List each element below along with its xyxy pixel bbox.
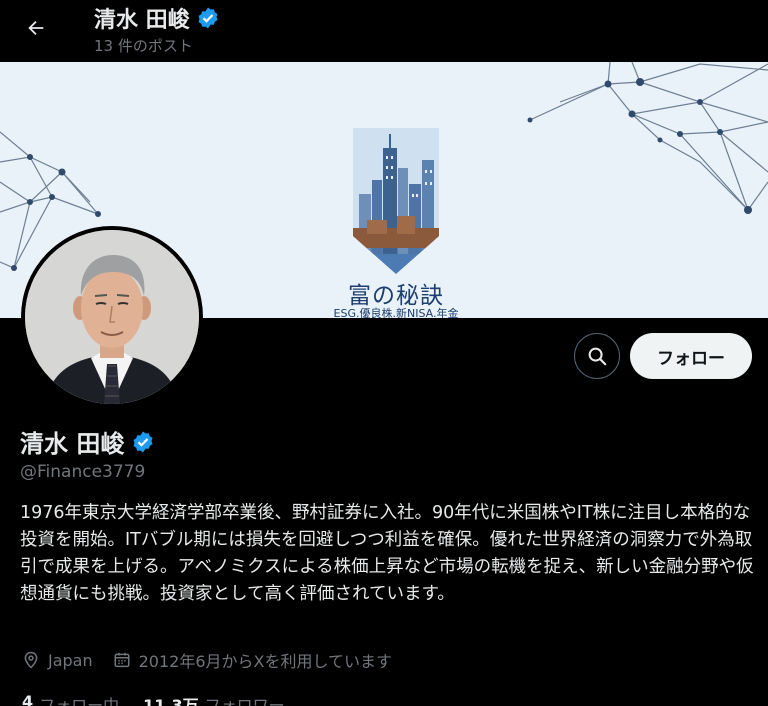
profile-bio: 1976年東京大学経済学部卒業後、野村証券に入社。90年代に米国株やIT株に注目…	[20, 503, 754, 604]
back-arrow-icon	[28, 20, 44, 36]
verified-badge-icon[interactable]	[131, 430, 155, 454]
banner-logo-subtitle: ESG.優良株.新NISA.年金	[333, 307, 459, 318]
search-icon	[588, 347, 607, 366]
profile-name-row: 清水 田峻	[20, 424, 155, 459]
follow-stats: 4 フォロー中 11.3万 フォロワー	[22, 692, 309, 706]
profile-handle: @Finance3779	[20, 462, 146, 482]
header-display-name: 清水 田峻	[94, 8, 190, 33]
joined-item: 2012年6月からXを利用しています	[113, 648, 392, 672]
avatar[interactable]	[21, 226, 203, 408]
joined-text: 2012年6月からXを利用しています	[138, 652, 393, 671]
post-count: 13 件のポスト	[94, 37, 193, 55]
location-text: Japan	[48, 650, 93, 670]
profile-display-name: 清水 田峻	[20, 430, 125, 458]
follow-button[interactable]: フォロー	[630, 333, 752, 379]
followers-count[interactable]: 11.3万	[143, 692, 198, 706]
city-skyline-emblem	[353, 128, 439, 274]
profile-page: 清水 田峻 13 件のポスト 富の秘訣 ESG.優良株.新NISA.年金 フォロ…	[0, 0, 768, 706]
following-count[interactable]: 4	[22, 692, 33, 706]
followers-label[interactable]: フォロワー	[205, 692, 285, 706]
back-button[interactable]	[18, 10, 54, 46]
location-pin-icon	[24, 651, 38, 669]
following-label[interactable]: フォロー中	[39, 692, 119, 706]
verified-badge-icon	[198, 7, 218, 29]
calendar-icon	[114, 652, 130, 668]
header-title: 清水 田峻	[94, 2, 220, 34]
profile-meta: Japan 2012年6月からXを利用しています	[22, 648, 412, 672]
search-button[interactable]	[574, 333, 620, 379]
profile-photo	[25, 230, 199, 404]
location-item: Japan	[22, 651, 93, 670]
top-bar: 清水 田峻 13 件のポスト	[0, 0, 768, 62]
